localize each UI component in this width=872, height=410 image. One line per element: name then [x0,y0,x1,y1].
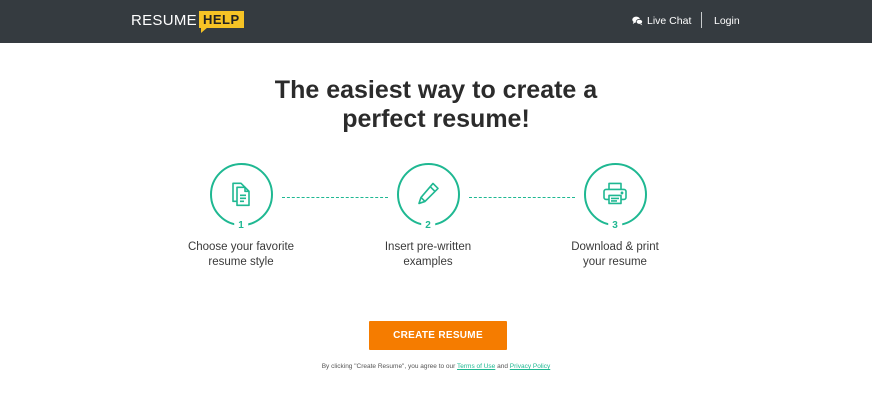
step-3-number: 3 [608,220,622,232]
logo-text: RESUME [131,12,197,29]
step-2-number: 2 [421,220,435,232]
step-2-circle: 2 [396,163,460,232]
step-1-label-line-1: Choose your favorite [187,241,295,253]
privacy-policy-link[interactable]: Privacy Policy [510,363,550,370]
login-link[interactable]: Login [714,13,740,29]
step-1-number: 1 [234,220,248,232]
terms-of-use-link[interactable]: Terms of Use [457,363,495,370]
legal-notice: By clicking "Create Resume", you agree t… [0,362,872,371]
step-3-circle: 3 [583,163,647,232]
resume-help-logo[interactable]: RESUME HELP [131,11,244,33]
step-2-label: Insert pre-written examples [358,240,498,270]
printer-icon [603,182,627,204]
live-chat-label: Live Chat [647,15,692,27]
pencil-icon [418,182,439,204]
create-resume-button[interactable]: CREATE RESUME [369,321,507,350]
step-3-label-line-1: Download & print [571,241,659,253]
headline-line-2: perfect resume! [342,105,530,133]
chat-bubble-icon [632,16,643,26]
live-chat-link[interactable]: Live Chat [632,13,691,29]
step-2-label-line-2: examples [403,256,453,268]
legal-prefix: By clicking "Create Resume", you agree t… [321,363,456,370]
page-headline: The easiest way to create a perfect resu… [0,76,872,134]
top-navigation-bar: RESUME HELP Live Chat Login [0,0,872,43]
step-2-label-line-1: Insert pre-written [384,241,472,253]
step-3-label-line-2: your resume [583,256,647,268]
headline-line-1: The easiest way to create a [274,76,598,104]
logo-badge: HELP [198,11,244,33]
documents-icon [232,182,250,206]
step-1: 1 Choose your favorite resume style [171,163,311,270]
nav-divider [701,12,702,28]
legal-and: and [497,363,508,370]
step-2: 2 Insert pre-written examples [358,163,498,270]
step-1-label-line-2: resume style [208,256,274,268]
step-1-label: Choose your favorite resume style [171,240,311,270]
step-1-circle: 1 [209,163,273,232]
step-3: 3 Download & print your resume [545,163,685,270]
step-3-label: Download & print your resume [545,240,685,270]
